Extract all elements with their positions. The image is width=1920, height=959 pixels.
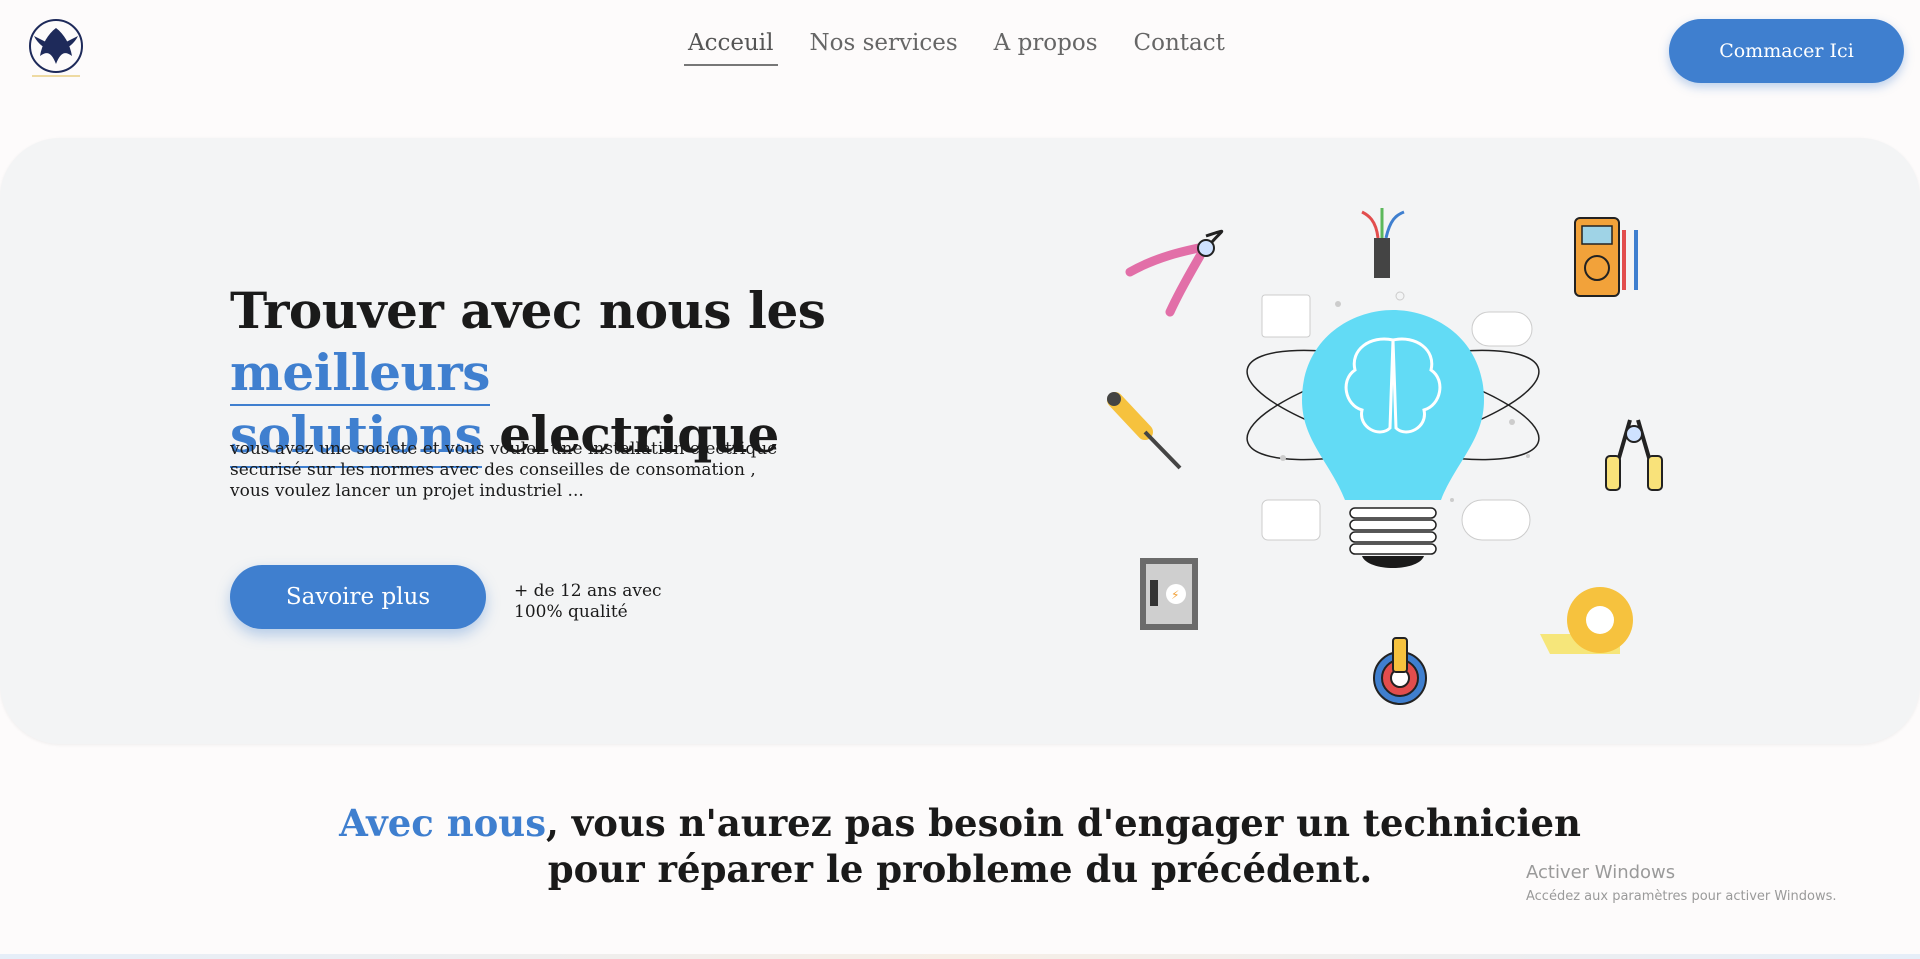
stat-line-1: + de 12 ans avec bbox=[514, 581, 662, 601]
commencer-button[interactable]: Commacer Ici bbox=[1669, 19, 1904, 83]
nav-a-propos[interactable]: A propos bbox=[994, 30, 1098, 66]
main-nav: Acceuil Nos services A propos Contact bbox=[684, 30, 1225, 66]
hero-description: vous avez une societe et vous voulez une… bbox=[230, 439, 778, 501]
nav-acceuil[interactable]: Acceuil bbox=[684, 30, 778, 66]
cable-reel-icon bbox=[1373, 637, 1427, 705]
stat-line-2: 100% qualité bbox=[514, 602, 628, 622]
watermark-title: Activer Windows bbox=[1526, 862, 1676, 883]
savoir-plus-button[interactable]: Savoire plus bbox=[230, 565, 486, 629]
bottom-divider bbox=[0, 954, 1920, 959]
clamp-icon bbox=[1605, 419, 1663, 491]
multimeter-icon bbox=[1574, 217, 1638, 297]
screwdriver-icon bbox=[1107, 392, 1182, 470]
windows-activation-watermark: Activer Windows Accédez aux paramètres p… bbox=[1526, 862, 1837, 904]
nav-contact[interactable]: Contact bbox=[1134, 30, 1225, 66]
cable-icon bbox=[1361, 208, 1405, 278]
svg-text:⚡: ⚡ bbox=[1171, 588, 1179, 602]
nav-nos-services[interactable]: Nos services bbox=[810, 30, 958, 66]
tagline: Avec nous, vous n'aurez pas besoin d'eng… bbox=[330, 800, 1590, 892]
logo[interactable] bbox=[18, 10, 94, 80]
headline-part1: Trouver avec nous les bbox=[230, 281, 826, 340]
pliers-icon bbox=[1125, 229, 1224, 317]
chat-bubble-3 bbox=[1461, 499, 1531, 541]
chat-bubble-1 bbox=[1471, 311, 1533, 347]
tape-icon bbox=[1540, 587, 1633, 654]
experience-stat: + de 12 ans avec 100% qualité bbox=[514, 581, 714, 623]
note-bubble-1 bbox=[1261, 294, 1311, 338]
headline-highlight-meilleurs: meilleurs bbox=[230, 343, 490, 406]
chat-bubble-2 bbox=[1261, 499, 1321, 541]
phoenix-logo-icon bbox=[29, 19, 83, 77]
watermark-subtitle: Accédez aux paramètres pour activer Wind… bbox=[1526, 889, 1837, 904]
tagline-accent: Avec nous bbox=[339, 801, 547, 845]
tagline-rest: , vous n'aurez pas besoin d'engager un t… bbox=[546, 801, 1581, 891]
lightbulb-brain-icon bbox=[1302, 310, 1484, 568]
electric-illustration: ⚡ bbox=[1107, 208, 1663, 705]
switch-box-icon: ⚡ bbox=[1140, 558, 1198, 630]
